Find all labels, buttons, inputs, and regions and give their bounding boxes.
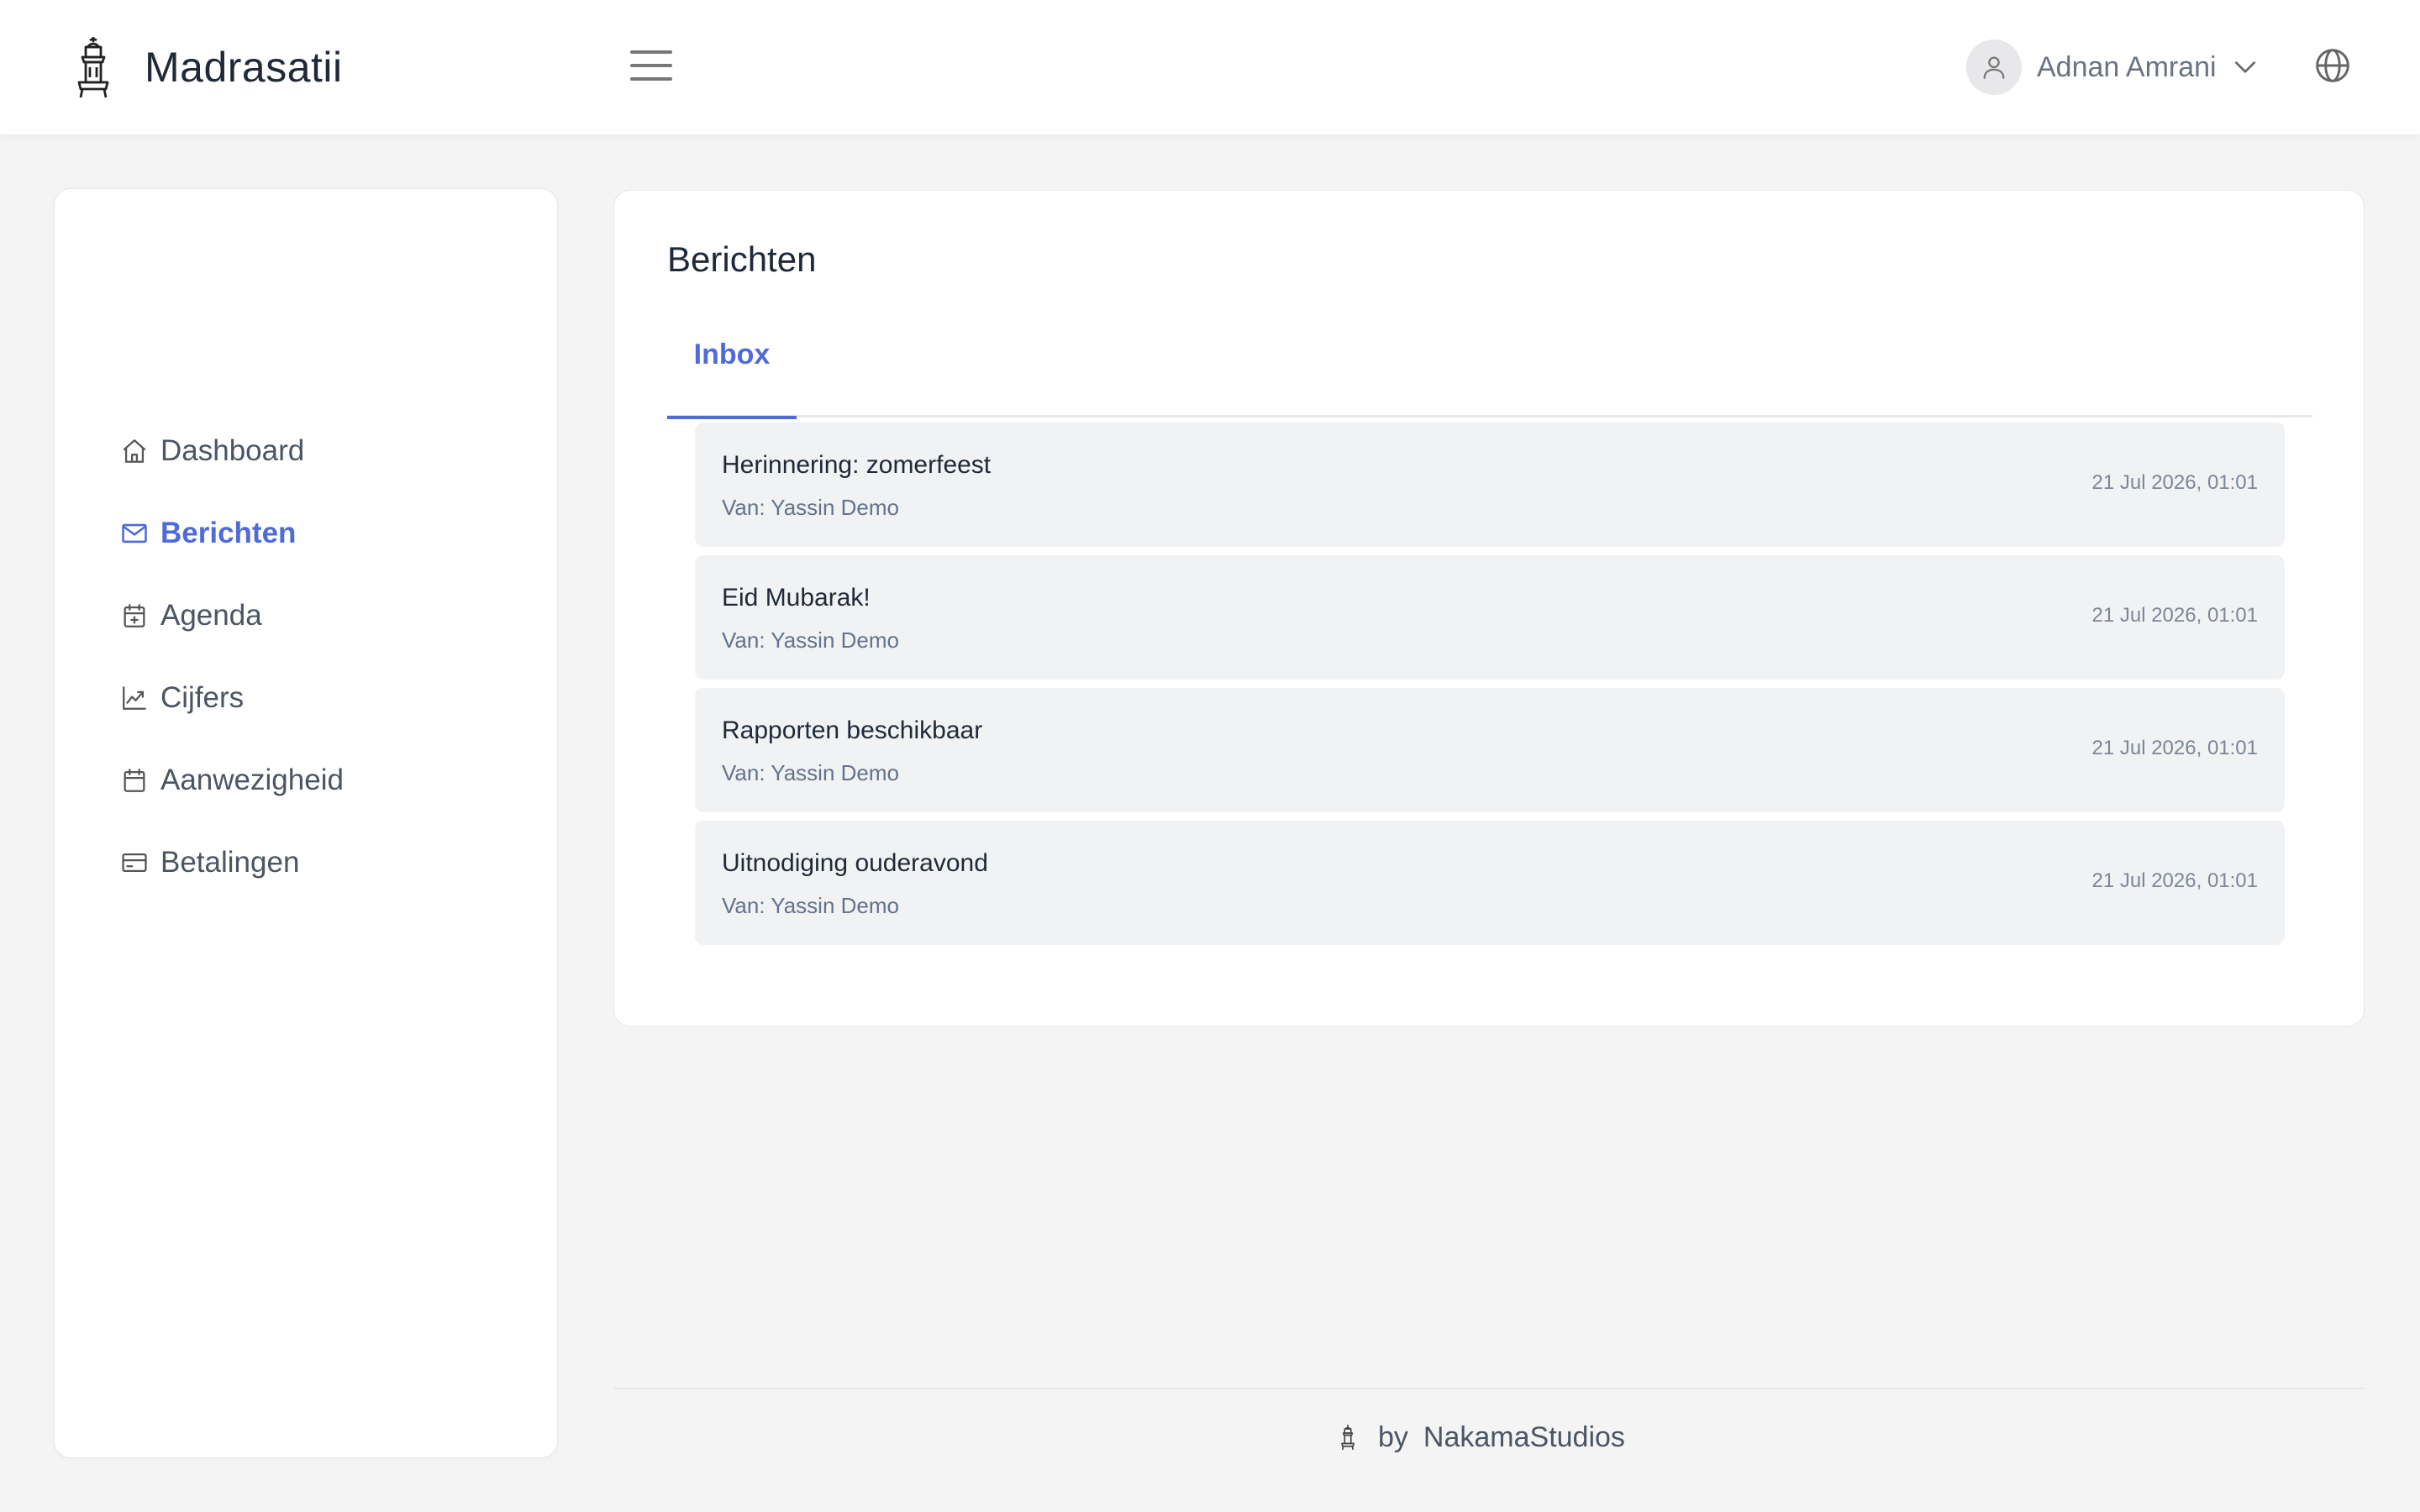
calendar-plus-icon (124, 604, 145, 627)
sidebar: Dashboard Berichten Agenda Cijfers Aanwe… (54, 188, 558, 1458)
chevron-down-icon (2234, 61, 2255, 73)
minaret-logo-icon (77, 37, 109, 98)
sidebar-item-label: Agenda (160, 599, 262, 632)
avatar (1966, 39, 2022, 95)
messages-card: Berichten Inbox Herinnering: zomerfeest … (613, 190, 2365, 1026)
message-subject: Uitnodiging ouderavond (722, 849, 988, 877)
message-date: 21 Jul 2026, 01:01 (2091, 604, 2259, 627)
sidebar-item-cijfers[interactable]: Cijfers (120, 673, 244, 723)
message-subject: Eid Mubarak! (722, 584, 871, 612)
sidebar-item-label: Betalingen (160, 846, 300, 879)
message-item[interactable]: Uitnodiging ouderavond Van: Yassin Demo … (695, 821, 2285, 945)
chart-line-icon (123, 686, 146, 710)
message-subject: Rapporten beschikbaar (722, 717, 983, 744)
page-title: Berichten (667, 239, 817, 279)
tab-bar: Inbox (667, 323, 2312, 419)
globe-icon[interactable] (2314, 47, 2351, 84)
top-bar: Madrasatii Adnan Amrani (0, 0, 2420, 134)
sidebar-item-betalingen[interactable]: Betalingen (120, 837, 299, 888)
sidebar-item-berichten[interactable]: Berichten (120, 508, 296, 559)
message-subject: Herinnering: zomerfeest (722, 451, 992, 479)
mail-icon (122, 523, 147, 543)
sidebar-item-aanwezigheid[interactable]: Aanwezigheid (120, 755, 344, 806)
user-menu[interactable]: Adnan Amrani (1966, 39, 2259, 96)
sidebar-item-agenda[interactable]: Agenda (120, 591, 262, 641)
footer-company: NakamaStudios (1423, 1420, 1625, 1453)
minaret-logo-icon (1341, 1425, 1355, 1451)
message-sender: Van: Yassin Demo (722, 760, 899, 785)
sidebar-item-label: Aanwezigheid (160, 764, 344, 796)
message-item[interactable]: Herinnering: zomerfeest Van: Yassin Demo… (695, 423, 2285, 547)
sidebar-item-label: Berichten (160, 517, 297, 549)
credit-card-icon (122, 853, 147, 873)
hamburger-menu-icon[interactable] (629, 45, 674, 86)
message-sender: Van: Yassin Demo (722, 495, 899, 520)
calendar-icon (124, 769, 145, 792)
sidebar-item-dashboard[interactable]: Dashboard (120, 426, 304, 476)
message-sender: Van: Yassin Demo (722, 627, 899, 653)
message-sender: Van: Yassin Demo (722, 893, 899, 918)
message-item[interactable]: Eid Mubarak! Van: Yassin Demo 21 Jul 202… (695, 555, 2285, 680)
footer-by: by (1378, 1420, 1408, 1453)
message-date: 21 Jul 2026, 01:01 (2091, 471, 2259, 494)
footer-divider (613, 1388, 2365, 1389)
brand[interactable]: Madrasatii (69, 30, 343, 104)
footer: by NakamaStudios (1338, 1415, 1625, 1460)
message-date: 21 Jul 2026, 01:01 (2091, 737, 2259, 759)
app-name: Madrasatii (145, 44, 343, 91)
sidebar-item-label: Dashboard (160, 434, 305, 467)
user-icon (1983, 56, 2005, 79)
message-item[interactable]: Rapporten beschikbaar Van: Yassin Demo 2… (695, 688, 2285, 812)
user-name: Adnan Amrani (2037, 50, 2217, 83)
home-icon (123, 439, 146, 463)
tab-inbox[interactable]: Inbox (667, 323, 797, 419)
message-date: 21 Jul 2026, 01:01 (2091, 869, 2259, 892)
sidebar-item-label: Cijfers (160, 681, 245, 714)
